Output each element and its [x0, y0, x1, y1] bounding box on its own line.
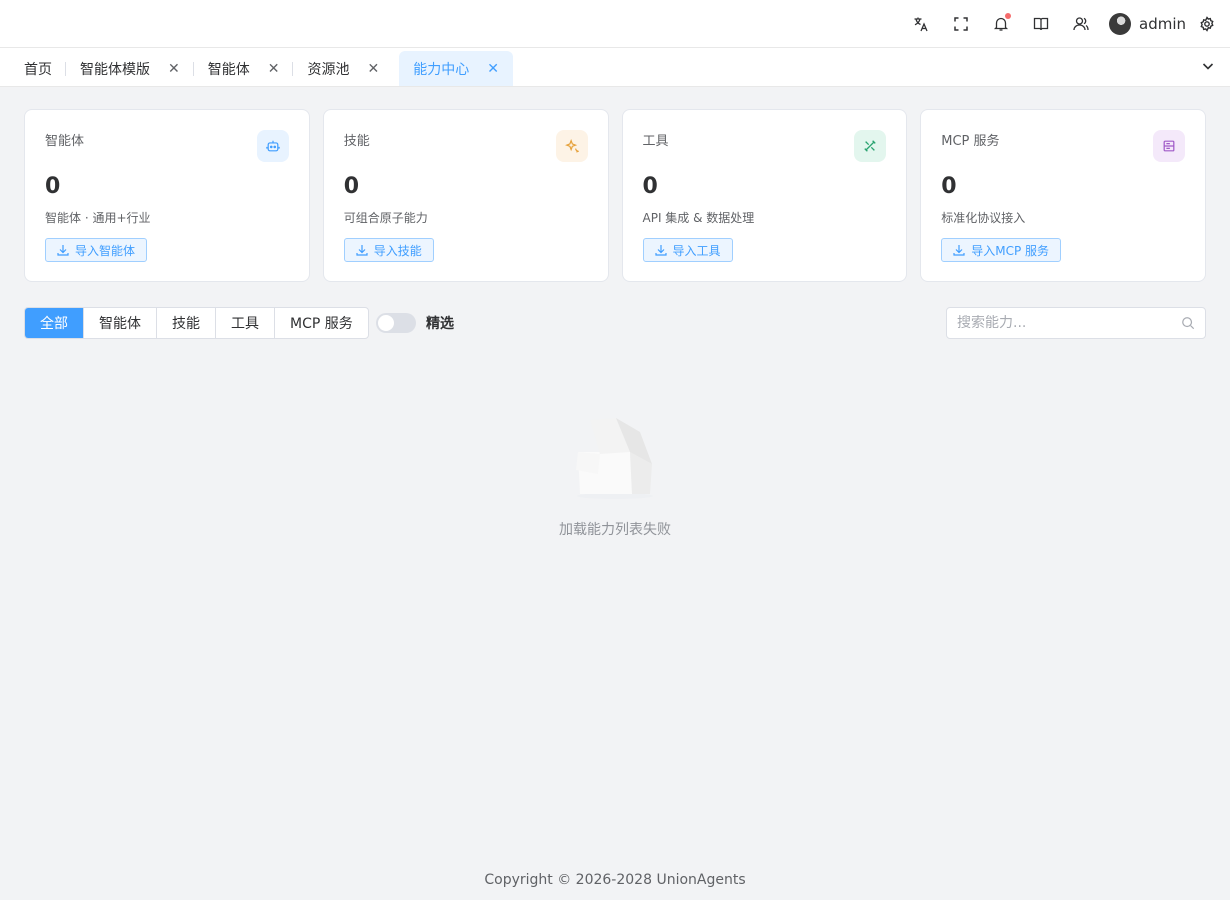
close-icon[interactable]: ✕ — [268, 61, 280, 77]
search-box — [946, 307, 1206, 339]
filter-mcp[interactable]: MCP 服务 — [274, 308, 368, 338]
card-title: 技能 — [343, 134, 370, 149]
tab-label: 首页 — [24, 61, 52, 78]
card-agent: 智能体 0 智能体 · 通用+行业 导入智能体 — [24, 109, 310, 282]
close-icon[interactable]: ✕ — [367, 61, 379, 77]
featured-switch[interactable] — [376, 313, 416, 333]
card-description: API 集成 & 数据处理 — [642, 211, 755, 225]
card-description: 可组合原子能力 — [343, 211, 428, 225]
translate-icon[interactable] — [901, 0, 941, 48]
switch-knob — [378, 315, 394, 331]
card-count: 0 — [343, 174, 360, 199]
book-icon[interactable] — [1021, 0, 1061, 48]
filter-tool[interactable]: 工具 — [215, 308, 274, 338]
top-header: admin — [0, 0, 1230, 48]
card-title: MCP 服务 — [941, 134, 1000, 149]
tab-resource-pool[interactable]: 资源池 ✕ — [293, 51, 393, 86]
download-icon — [953, 245, 965, 256]
tab-label: 智能体模版 — [80, 61, 150, 78]
filter-agent[interactable]: 智能体 — [83, 308, 156, 338]
button-label: 导入技能 — [373, 243, 422, 258]
button-label: 导入工具 — [672, 243, 721, 258]
avatar — [1109, 12, 1131, 35]
users-icon[interactable] — [1061, 0, 1101, 48]
tab-agent-template[interactable]: 智能体模版 ✕ — [66, 51, 194, 86]
empty-message: 加载能力列表失败 — [559, 522, 671, 538]
card-tool: 工具 0 API 集成 & 数据处理 导入工具 — [621, 109, 908, 282]
tab-label: 资源池 — [307, 61, 350, 78]
download-icon — [57, 245, 69, 256]
notification-badge — [1005, 12, 1011, 19]
close-icon[interactable]: ✕ — [487, 61, 499, 77]
button-label: 导入智能体 — [75, 243, 136, 258]
card-count: 0 — [642, 174, 658, 199]
import-skill-button[interactable]: 导入技能 — [343, 238, 434, 262]
tab-label: 能力中心 — [413, 61, 470, 78]
download-icon — [654, 245, 667, 256]
search-icon[interactable] — [1181, 316, 1195, 330]
tab-label: 智能体 — [207, 61, 250, 78]
category-filter: 全部 智能体 技能 工具 MCP 服务 — [24, 307, 369, 339]
tabs-bar: 首页 智能体模版 ✕ 智能体 ✕ 资源池 ✕ 能力中心 ✕ — [0, 48, 1230, 87]
card-count: 0 — [45, 174, 61, 199]
search-input[interactable] — [957, 315, 1181, 331]
tab-home[interactable]: 首页 — [10, 51, 66, 86]
server-icon — [1153, 130, 1185, 162]
download-icon — [356, 245, 368, 256]
fullscreen-icon[interactable] — [941, 0, 981, 48]
import-tool-button[interactable]: 导入工具 — [642, 238, 733, 262]
card-title: 智能体 — [45, 134, 85, 149]
user-menu[interactable]: admin — [1109, 12, 1186, 35]
card-description: 智能体 · 通用+行业 — [45, 211, 151, 225]
stat-cards: 智能体 0 智能体 · 通用+行业 导入智能体 技能 0 可组合原子能力 导入技… — [24, 109, 1206, 282]
robot-icon — [256, 130, 289, 162]
sparkle-icon — [555, 130, 588, 162]
import-agent-button[interactable]: 导入智能体 — [45, 238, 148, 262]
settings-icon[interactable] — [1196, 0, 1218, 48]
featured-label: 精选 — [426, 316, 454, 332]
card-title: 工具 — [642, 134, 669, 149]
button-label: 导入MCP 服务 — [971, 243, 1050, 258]
close-icon[interactable]: ✕ — [168, 61, 180, 77]
tools-icon — [854, 130, 887, 162]
username: admin — [1139, 14, 1186, 33]
empty-box-illustration — [576, 418, 653, 499]
filter-skill[interactable]: 技能 — [156, 308, 215, 338]
chevron-down-icon[interactable] — [1200, 58, 1216, 74]
footer-copyright: Copyright © 2026-2028 UnionAgents — [484, 872, 746, 888]
card-description: 标准化协议接入 — [941, 211, 1026, 225]
card-skill: 技能 0 可组合原子能力 导入技能 — [322, 109, 609, 282]
card-count: 0 — [941, 174, 957, 199]
import-mcp-button[interactable]: 导入MCP 服务 — [941, 238, 1062, 262]
tab-capability-center[interactable]: 能力中心 ✕ — [399, 51, 513, 86]
filter-all[interactable]: 全部 — [25, 308, 83, 338]
featured-toggle-group: 精选 — [376, 313, 454, 333]
notification-bell[interactable] — [981, 0, 1021, 48]
card-mcp: MCP 服务 0 标准化协议接入 导入MCP 服务 — [920, 109, 1206, 282]
tab-agent[interactable]: 智能体 ✕ — [194, 51, 294, 86]
